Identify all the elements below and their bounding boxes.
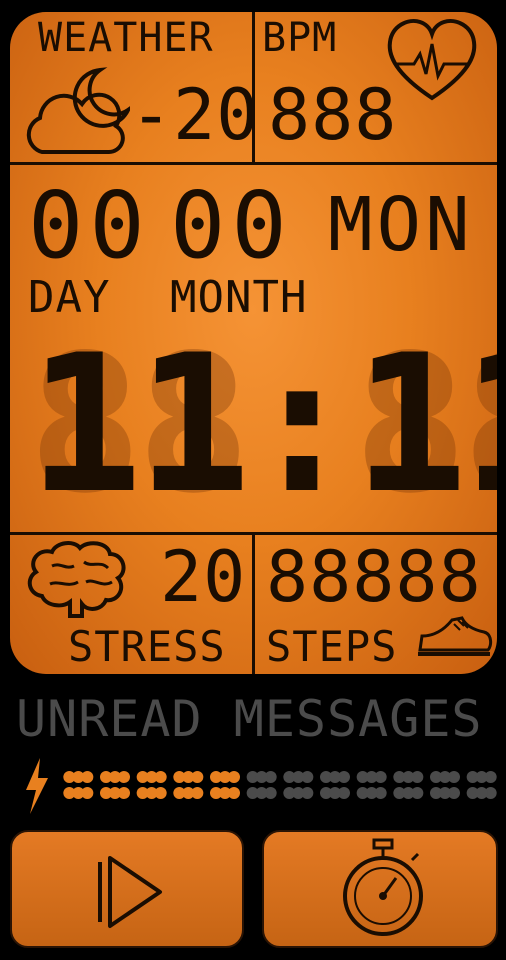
steps-label: STEPS [266, 622, 398, 671]
month-value: 00 [170, 172, 293, 279]
sneaker-icon [414, 606, 494, 662]
message-indicator [210, 771, 240, 799]
heart-pulse-icon [384, 16, 480, 104]
stopwatch-icon [338, 838, 428, 942]
unread-messages-label: UNREAD MESSAGES [16, 690, 483, 748]
message-indicator [393, 771, 424, 799]
cloud-moon-icon [20, 64, 130, 159]
message-indicator [430, 771, 460, 799]
watch-face-screen: WEATHER -20 BPM 888 00 00 DAY MONTH MON … [10, 12, 497, 674]
time-minutes: 11 [353, 314, 497, 535]
message-indicator [63, 771, 94, 799]
stress-label: STRESS [68, 622, 226, 671]
temperature-value: -20 [130, 74, 260, 156]
time-display: 11:11 [28, 330, 497, 520]
weekday-value: MON [328, 182, 474, 268]
stopwatch-button[interactable] [262, 830, 498, 948]
lightning-bolt-icon [22, 756, 50, 816]
message-indicator [283, 771, 314, 799]
stress-value: 20 [160, 536, 247, 618]
brain-icon [22, 538, 132, 620]
message-indicator-row [60, 760, 500, 810]
message-indicator [100, 771, 130, 799]
bpm-label: BPM [262, 15, 338, 61]
weather-label: WEATHER [38, 15, 214, 61]
divider-vertical-bottom [252, 534, 255, 674]
bpm-value: 888 [268, 74, 398, 156]
message-indicator [356, 771, 387, 799]
message-indicator [136, 771, 167, 799]
time-hours: 11 [28, 314, 251, 535]
message-indicator [320, 771, 350, 799]
time-separator: : [244, 314, 359, 535]
message-indicator [466, 771, 497, 799]
day-value: 00 [28, 172, 151, 279]
play-button[interactable] [10, 830, 244, 948]
play-icon [86, 848, 172, 934]
steps-value: 88888 [266, 536, 482, 618]
message-indicator [173, 771, 204, 799]
divider-top [10, 162, 497, 165]
message-indicator [246, 771, 277, 799]
